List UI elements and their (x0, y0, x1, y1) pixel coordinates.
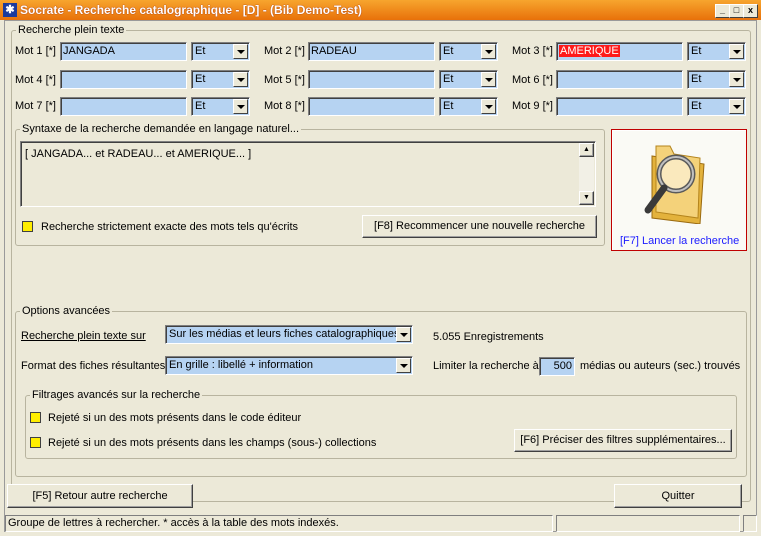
chevron-down-icon[interactable] (729, 44, 744, 59)
mot-7-input[interactable] (60, 97, 187, 116)
more-filters-button[interactable]: [F6] Préciser des filtres supplémentaire… (514, 429, 732, 452)
mot-1-operator[interactable]: Et (191, 42, 250, 61)
syntaxe-legend: Syntaxe de la recherche demandée en lang… (22, 123, 300, 135)
chevron-down-icon[interactable] (396, 358, 411, 373)
mot-2-value: RADEAU (311, 45, 357, 57)
lancer-recherche-label: [F7] Lancer la recherche (620, 235, 740, 247)
mot-4-operator[interactable]: Et (191, 70, 250, 89)
chevron-down-icon[interactable] (233, 99, 248, 114)
filter-editeur-label[interactable]: Rejeté si un des mots présents dans le c… (48, 411, 301, 425)
filter-collections-checkbox[interactable] (30, 437, 41, 448)
mot-5-label[interactable]: Mot 5 [*] (264, 73, 305, 87)
exact-checkbox[interactable] (22, 221, 33, 232)
mot-3-value: AMERIQUE (559, 45, 620, 57)
syntaxe-memo[interactable]: [ JANGADA... et RADEAU... et AMERIQUE...… (20, 141, 596, 207)
chevron-down-icon[interactable] (396, 327, 411, 342)
chevron-down-icon[interactable] (729, 72, 744, 87)
format-value: En grille : libellé + information (169, 359, 313, 371)
mot-3-operator[interactable]: Et (687, 42, 746, 61)
mot-9-input[interactable] (556, 97, 683, 116)
title-bar[interactable]: ✱ Socrate - Recherche catalographique - … (0, 0, 761, 20)
mot-5-operator-value: Et (443, 73, 454, 85)
format-label: Format des fiches résultantes (21, 360, 166, 372)
status-panel-2 (556, 515, 740, 532)
mot-1-label[interactable]: Mot 1 [*] (15, 44, 56, 58)
plein-texte-legend: Recherche plein texte (18, 24, 125, 36)
mot-1-operator-value: Et (195, 45, 206, 57)
app-icon[interactable]: ✱ (3, 3, 17, 17)
recherche-sur-select[interactable]: Sur les médias et leurs fiches catalogra… (165, 325, 413, 344)
mot-2-input[interactable]: RADEAU (308, 42, 435, 61)
chevron-down-icon[interactable] (233, 44, 248, 59)
retour-button[interactable]: [F5] Retour autre recherche (7, 484, 193, 508)
window-title: Socrate - Recherche catalographique - [D… (20, 3, 362, 17)
mot-1-input[interactable]: JANGADA (60, 42, 187, 61)
mot-8-operator[interactable]: Et (439, 97, 498, 116)
lancer-recherche-button[interactable]: [F7] Lancer la recherche (611, 129, 747, 251)
mot-9-operator-value: Et (691, 100, 702, 112)
mot-6-operator[interactable]: Et (687, 70, 746, 89)
mot-6-label[interactable]: Mot 6 [*] (512, 73, 553, 87)
mot-6-operator-value: Et (691, 73, 702, 85)
restart-button[interactable]: [F8] Recommencer une nouvelle recherche (362, 215, 597, 238)
status-bar: Groupe de lettres à rechercher. * accès … (5, 515, 758, 532)
minimize-icon[interactable]: _ (715, 4, 730, 18)
mot-7-label[interactable]: Mot 7 [*] (15, 99, 56, 113)
recherche-sur-value: Sur les médias et leurs fiches catalogra… (169, 328, 400, 340)
options-legend: Options avancées (22, 305, 111, 317)
chevron-down-icon[interactable] (481, 44, 496, 59)
mot-5-operator[interactable]: Et (439, 70, 498, 89)
syntaxe-scrollbar[interactable]: ▲ ▼ (579, 143, 594, 205)
limiter-suffix: médias ou auteurs (sec.) trouvés (580, 360, 741, 372)
chevron-down-icon[interactable] (481, 72, 496, 87)
mot-8-label[interactable]: Mot 8 [*] (264, 99, 305, 113)
mot-5-input[interactable] (308, 70, 435, 89)
recherche-sur-label: Recherche plein texte sur (21, 330, 146, 342)
exact-label[interactable]: Recherche strictement exacte des mots te… (41, 220, 298, 234)
limiter-value: 500 (553, 360, 572, 372)
mot-9-label[interactable]: Mot 9 [*] (512, 99, 553, 113)
syntaxe-text: [ JANGADA... et RADEAU... et AMERIQUE...… (25, 148, 252, 160)
chevron-down-icon[interactable] (481, 99, 496, 114)
chevron-down-icon[interactable] (729, 99, 744, 114)
scroll-down-icon[interactable]: ▼ (579, 191, 594, 205)
mot-1-value: JANGADA (63, 45, 115, 57)
chevron-down-icon[interactable] (233, 72, 248, 87)
window-client: Recherche plein texte Mot 1 [*] JANGADA … (4, 20, 757, 532)
quitter-button[interactable]: Quitter (614, 484, 742, 508)
mot-8-input[interactable] (308, 97, 435, 116)
mot-7-operator-value: Et (195, 100, 206, 112)
mot-9-operator[interactable]: Et (687, 97, 746, 116)
scroll-up-icon[interactable]: ▲ (579, 143, 594, 157)
mot-2-operator[interactable]: Et (439, 42, 498, 61)
filtrages-legend: Filtrages avancés sur la recherche (32, 389, 201, 401)
enregistrements-count: 5.055 Enregistrements (433, 331, 544, 343)
filter-collections-label[interactable]: Rejeté si un des mots présents dans les … (48, 436, 376, 450)
close-icon[interactable]: x (743, 4, 758, 18)
mot-3-input[interactable]: AMERIQUE (556, 42, 683, 61)
status-text: Groupe de lettres à rechercher. * accès … (5, 515, 553, 532)
limiter-label: Limiter la recherche à (433, 360, 539, 372)
resize-grip-icon[interactable] (743, 515, 757, 532)
mot-8-operator-value: Et (443, 100, 454, 112)
mot-4-operator-value: Et (195, 73, 206, 85)
limiter-input[interactable]: 500 (539, 357, 575, 376)
maximize-icon[interactable]: □ (729, 4, 744, 18)
mot-4-label[interactable]: Mot 4 [*] (15, 73, 56, 87)
filter-editeur-checkbox[interactable] (30, 412, 41, 423)
mot-2-operator-value: Et (443, 45, 454, 57)
mot-2-label[interactable]: Mot 2 [*] (264, 44, 305, 58)
mot-4-input[interactable] (60, 70, 187, 89)
format-select[interactable]: En grille : libellé + information (165, 356, 413, 375)
mot-6-input[interactable] (556, 70, 683, 89)
mot-7-operator[interactable]: Et (191, 97, 250, 116)
folder-search-icon (644, 145, 705, 224)
mot-3-label[interactable]: Mot 3 [*] (512, 44, 553, 58)
mot-3-operator-value: Et (691, 45, 702, 57)
